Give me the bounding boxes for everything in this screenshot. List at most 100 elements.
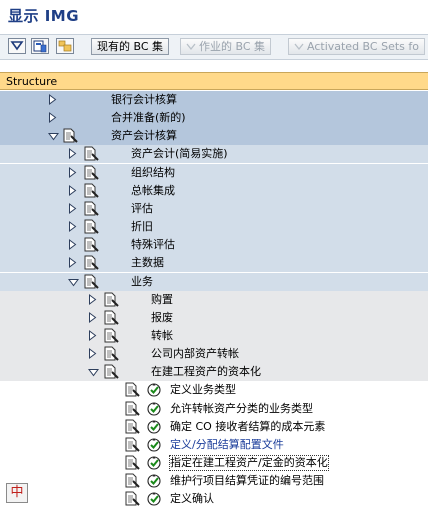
tree-node[interactable]: 允许转帐资产分类的业务类型 [0, 399, 428, 418]
expand-node-icon[interactable] [8, 38, 26, 54]
tree-node-label[interactable]: 银行会计核算 [111, 93, 177, 107]
collapsed-triangle-icon[interactable] [88, 293, 97, 305]
documentation-icon[interactable] [124, 437, 140, 453]
tree-node-label[interactable]: 组织结构 [131, 166, 175, 180]
tree-node-label[interactable]: 报废 [151, 311, 173, 325]
tree-node-label[interactable]: 总帐集成 [131, 184, 175, 198]
tree-node[interactable]: 折旧 [0, 218, 428, 237]
execute-activity-icon[interactable] [146, 401, 162, 417]
tree-node-label[interactable]: 资产会计核算 [111, 129, 177, 143]
tree-node[interactable]: 资产会计核算 [0, 127, 428, 146]
documentation-icon[interactable] [103, 292, 119, 308]
tree-node[interactable]: 合并准备(新的) [0, 109, 428, 128]
collapsed-triangle-icon[interactable] [88, 311, 97, 323]
tree-node[interactable]: 维护行项目结算凭证的编号范围 [0, 472, 428, 491]
tree-node-label[interactable]: 资产会计(简易实施) [131, 147, 228, 161]
tree-node-label[interactable]: 合并准备(新的) [111, 111, 186, 125]
collapsed-triangle-icon[interactable] [68, 166, 77, 178]
tree-node[interactable]: 总帐集成 [0, 181, 428, 200]
expanded-triangle-icon[interactable] [88, 367, 99, 378]
documentation-icon[interactable] [83, 255, 99, 271]
documentation-icon[interactable] [83, 237, 99, 253]
documentation-icon[interactable] [103, 328, 119, 344]
structure-header-label: Structure [6, 75, 58, 88]
collapsed-triangle-icon[interactable] [68, 202, 77, 214]
execute-activity-icon[interactable] [146, 419, 162, 435]
documentation-icon[interactable] [62, 128, 78, 144]
documentation-icon[interactable] [83, 219, 99, 235]
tree-node-label[interactable]: 特殊评估 [131, 238, 175, 252]
ime-indicator[interactable]: 中 [6, 483, 28, 503]
tree-row-background [0, 109, 428, 128]
tree-node[interactable]: 确定 CO 接收者结算的成本元素 [0, 417, 428, 436]
expanded-triangle-icon[interactable] [68, 277, 79, 288]
documentation-icon[interactable] [124, 382, 140, 398]
tree-node[interactable]: 银行会计核算 [0, 91, 428, 109]
tree-node-label[interactable]: 业务 [131, 275, 153, 289]
documentation-icon[interactable] [83, 146, 99, 162]
activated-bc-sets-button[interactable]: Activated BC Sets fo [288, 38, 425, 55]
collapsed-triangle-icon[interactable] [68, 239, 77, 251]
tree-node[interactable]: 定义/分配结算配置文件 [0, 435, 428, 454]
collapsed-triangle-icon[interactable] [68, 221, 77, 233]
execute-activity-icon[interactable] [146, 473, 162, 489]
documentation-icon[interactable] [124, 491, 140, 507]
tree-node-label[interactable]: 指定在建工程资产/定金的资本化 [169, 455, 329, 471]
tree-node-label[interactable]: 在建工程资产的资本化 [151, 365, 261, 379]
collapsed-triangle-icon[interactable] [48, 94, 57, 105]
collapsed-triangle-icon[interactable] [48, 112, 57, 124]
tree-node[interactable]: 报废 [0, 308, 428, 327]
documentation-icon[interactable] [124, 473, 140, 489]
tree-node-label[interactable]: 允许转帐资产分类的业务类型 [170, 402, 313, 416]
documentation-icon[interactable] [124, 401, 140, 417]
execute-activity-icon[interactable] [146, 491, 162, 507]
tree-node[interactable]: 组织结构 [0, 163, 428, 182]
tree-node-label[interactable]: 定义业务类型 [170, 383, 236, 397]
activity-bc-sets-button[interactable]: 作业的 BC 集 [180, 38, 272, 55]
collapsed-triangle-icon[interactable] [68, 184, 77, 196]
expanded-triangle-icon[interactable] [48, 131, 59, 142]
tree-options-icon[interactable] [56, 38, 74, 54]
tree-node-label[interactable]: 确定 CO 接收者结算的成本元素 [170, 420, 325, 434]
documentation-icon[interactable] [83, 201, 99, 217]
documentation-icon[interactable] [124, 419, 140, 435]
documentation-icon[interactable] [83, 165, 99, 181]
tree-node-label[interactable]: 维护行项目结算凭证的编号范围 [170, 474, 324, 488]
documentation-icon[interactable] [31, 38, 49, 54]
tree-node-label[interactable]: 公司内部资产转帐 [151, 347, 239, 361]
tree-node[interactable]: 转帐 [0, 326, 428, 345]
tree-node[interactable]: 资产会计(简易实施) [0, 145, 428, 164]
tree-node[interactable]: 购置 [0, 290, 428, 309]
tree-node-label[interactable]: 转帐 [151, 329, 173, 343]
tree-node[interactable]: 主数据 [0, 254, 428, 273]
collapsed-triangle-icon[interactable] [68, 148, 77, 160]
tree-node-label[interactable]: 定义确认 [170, 492, 214, 506]
execute-activity-icon[interactable] [146, 455, 162, 471]
tree-node-label[interactable]: 评估 [131, 202, 153, 216]
tree-node-label[interactable]: 购置 [151, 293, 173, 307]
title-bar: 显示 IMG [0, 0, 428, 28]
collapsed-triangle-icon[interactable] [68, 257, 77, 269]
collapsed-triangle-icon[interactable] [88, 329, 97, 341]
documentation-icon[interactable] [103, 310, 119, 326]
tree-node[interactable]: 指定在建工程资产/定金的资本化 [0, 454, 428, 472]
tree-node[interactable]: 评估 [0, 199, 428, 218]
execute-activity-icon[interactable] [146, 382, 162, 398]
documentation-icon[interactable] [103, 346, 119, 362]
tree-row-background [0, 181, 428, 200]
tree-node-label[interactable]: 折旧 [131, 220, 153, 234]
tree-node[interactable]: 公司内部资产转帐 [0, 345, 428, 364]
tree-node-label[interactable]: 主数据 [131, 256, 164, 270]
tree-node[interactable]: 业务 [0, 272, 428, 291]
collapsed-triangle-icon[interactable] [88, 348, 97, 360]
tree-node-label[interactable]: 定义/分配结算配置文件 [170, 438, 284, 452]
documentation-icon[interactable] [83, 274, 99, 290]
documentation-icon[interactable] [124, 455, 140, 471]
tree-node[interactable]: 特殊评估 [0, 236, 428, 255]
execute-activity-icon[interactable] [146, 437, 162, 453]
documentation-icon[interactable] [103, 364, 119, 380]
documentation-icon[interactable] [83, 183, 99, 199]
tree-node[interactable]: 定义业务类型 [0, 381, 428, 400]
tree-node[interactable]: 在建工程资产的资本化 [0, 363, 428, 382]
existing-bc-sets-button[interactable]: 现有的 BC 集 [91, 38, 170, 55]
